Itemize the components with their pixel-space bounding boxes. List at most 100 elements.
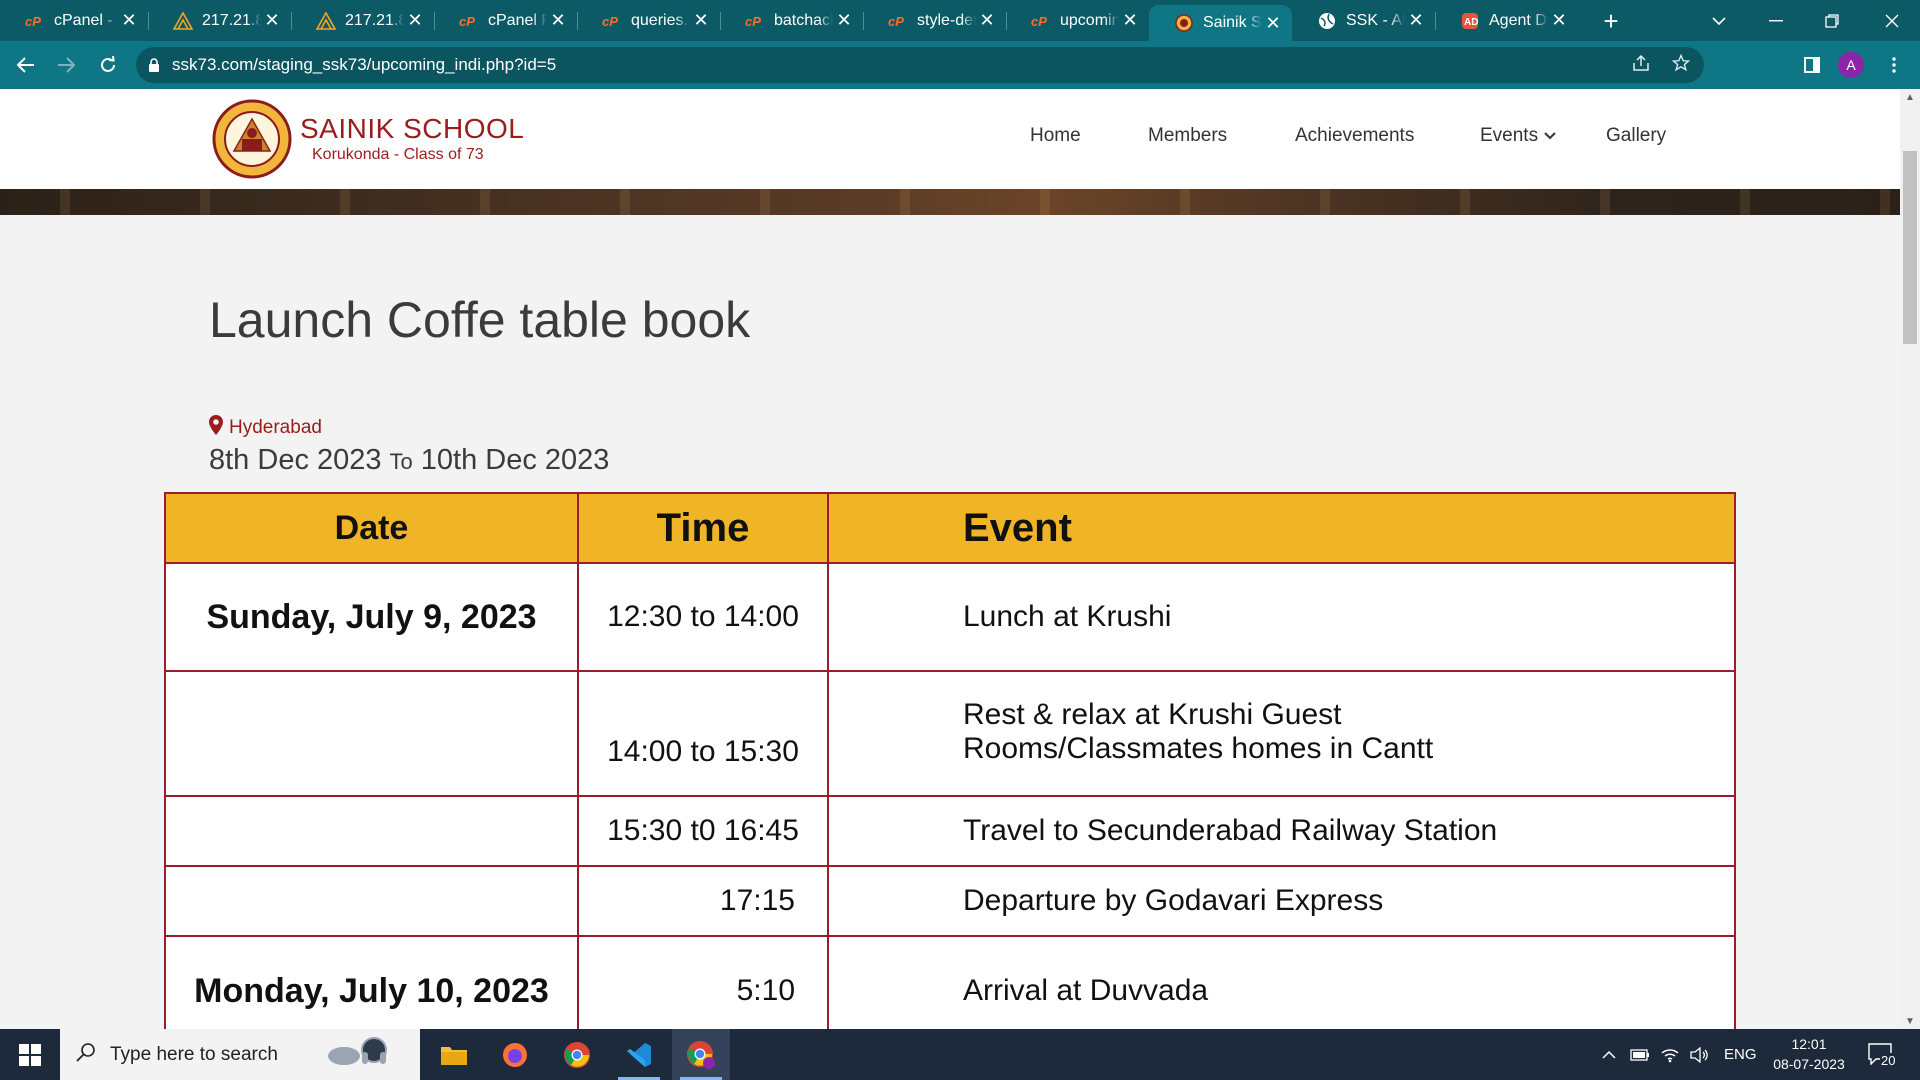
svg-text:cP: cP bbox=[602, 14, 618, 28]
notification-center-icon[interactable]: 20 bbox=[1866, 1039, 1902, 1071]
url-text[interactable]: ssk73.com/staging_ssk73/upcoming_indi.ph… bbox=[172, 55, 556, 75]
chevron-down-icon bbox=[1544, 132, 1556, 140]
agent-icon: AD bbox=[1459, 12, 1481, 30]
browser-tab[interactable]: cP cPanel - T✕ bbox=[0, 0, 148, 41]
browser-tab[interactable]: Sainik Sc✕ bbox=[1149, 5, 1292, 41]
close-tab-icon[interactable]: ✕ bbox=[690, 10, 712, 31]
windows-taskbar: Type here to search ENG 12:01 08-07-2023… bbox=[0, 1029, 1920, 1080]
nav-gallery[interactable]: Gallery bbox=[1606, 125, 1666, 147]
gaming-widget-icon[interactable] bbox=[324, 1032, 394, 1077]
windows-start-icon[interactable] bbox=[0, 1029, 60, 1080]
tab-title: SSK - ADI bbox=[1346, 11, 1405, 29]
browser-menu-icon[interactable] bbox=[1878, 49, 1910, 81]
volume-icon[interactable] bbox=[1689, 1029, 1709, 1080]
browser-tab[interactable]: SSK - ADI✕ bbox=[1292, 0, 1435, 41]
scroll-up-arrow-icon[interactable]: ▲ bbox=[1900, 89, 1920, 105]
tab-title: 217.21.85 bbox=[202, 11, 261, 29]
browser-tab[interactable]: cP queries.p✕ bbox=[577, 0, 720, 41]
browser-toolbar: ssk73.com/staging_ssk73/upcoming_indi.ph… bbox=[0, 41, 1920, 89]
clock-time: 12:01 bbox=[1791, 1036, 1827, 1052]
notification-count: 20 bbox=[1880, 1053, 1897, 1068]
schedule-event-cell: Rest & relax at Krushi Guest Rooms/Class… bbox=[827, 670, 1736, 797]
chrome-icon[interactable] bbox=[548, 1029, 606, 1080]
nav-events[interactable]: Events bbox=[1480, 125, 1556, 147]
schedule-event-cell: Travel to Secunderabad Railway Station bbox=[827, 795, 1736, 867]
event-title: Launch Coffe table book bbox=[209, 292, 751, 348]
schedule-event-cell: Arrival at Duvvada bbox=[827, 935, 1736, 1029]
close-tab-icon[interactable]: ✕ bbox=[1262, 13, 1284, 34]
scroll-down-arrow-icon[interactable]: ▼ bbox=[1900, 1013, 1920, 1029]
cpanel-icon: cP bbox=[458, 12, 480, 30]
profile-avatar[interactable]: A bbox=[1838, 52, 1864, 78]
share-icon[interactable] bbox=[1632, 54, 1650, 76]
search-icon bbox=[76, 1042, 96, 1067]
school-favicon-icon bbox=[1173, 14, 1195, 32]
scrollbar-thumb[interactable] bbox=[1903, 151, 1917, 344]
tab-title: queries.p bbox=[631, 11, 690, 29]
schedule-row: Monday, July 10, 2023 5:10 Arrival at Duvv… bbox=[164, 935, 1736, 1029]
firefox-icon[interactable] bbox=[486, 1029, 544, 1080]
minimize-button[interactable] bbox=[1748, 0, 1804, 41]
svg-text:cP: cP bbox=[888, 14, 904, 28]
show-hidden-icons[interactable] bbox=[1602, 1029, 1616, 1080]
tab-search-button[interactable] bbox=[1691, 0, 1747, 41]
nav-achievements[interactable]: Achievements bbox=[1295, 125, 1414, 147]
nav-label: Home bbox=[1030, 125, 1081, 146]
schedule-date-cell bbox=[164, 865, 579, 937]
side-panel-icon[interactable] bbox=[1796, 49, 1828, 81]
reload-button[interactable] bbox=[92, 49, 124, 81]
file-explorer-icon[interactable] bbox=[425, 1029, 483, 1080]
close-tab-icon[interactable]: ✕ bbox=[1119, 10, 1141, 31]
lock-icon[interactable] bbox=[136, 58, 172, 72]
browser-tab[interactable]: cP style-defa✕ bbox=[863, 0, 1006, 41]
schedule-event-cell: Lunch at Krushi bbox=[827, 562, 1736, 672]
taskbar-search[interactable]: Type here to search bbox=[60, 1029, 420, 1080]
taskbar-clock[interactable]: 12:01 08-07-2023 bbox=[1768, 1034, 1850, 1074]
tab-title: Sainik Sc bbox=[1203, 14, 1262, 31]
schedule-time-cell: 14:00 to 15:30 bbox=[577, 670, 829, 797]
browser-tab[interactable]: 217.21.85✕ bbox=[291, 0, 434, 41]
close-tab-icon[interactable]: ✕ bbox=[1405, 10, 1427, 31]
close-tab-icon[interactable]: ✕ bbox=[833, 10, 855, 31]
date-from: 8th Dec 2023 bbox=[209, 444, 382, 476]
location-text: Hyderabad bbox=[229, 417, 322, 438]
browser-tab[interactable]: cP batchach ✕ bbox=[720, 0, 863, 41]
tab-title: batchach bbox=[774, 11, 833, 29]
bookmark-star-icon[interactable] bbox=[1671, 53, 1691, 77]
battery-icon[interactable] bbox=[1630, 1029, 1650, 1080]
close-tab-icon[interactable]: ✕ bbox=[261, 10, 283, 31]
schedule-date-cell bbox=[164, 670, 579, 797]
nav-label: Members bbox=[1148, 125, 1228, 146]
wifi-icon[interactable] bbox=[1661, 1029, 1679, 1080]
browser-tab[interactable]: cP cPanel Fil✕ bbox=[434, 0, 577, 41]
browser-tab[interactable]: AD Agent De✕ bbox=[1435, 0, 1578, 41]
nav-label: Gallery bbox=[1606, 125, 1667, 146]
vscode-icon[interactable] bbox=[610, 1029, 668, 1080]
close-tab-icon[interactable]: ✕ bbox=[404, 10, 426, 31]
new-tab-button[interactable]: + bbox=[1594, 4, 1628, 38]
page-scrollbar[interactable]: ▲ ▼ bbox=[1900, 89, 1920, 1029]
language-indicator[interactable]: ENG bbox=[1724, 1029, 1757, 1080]
close-window-button[interactable] bbox=[1864, 0, 1920, 41]
browser-tab[interactable]: cP upcominc✕ bbox=[1006, 0, 1149, 41]
cpanel-icon: cP bbox=[744, 12, 766, 30]
close-tab-icon[interactable]: ✕ bbox=[976, 10, 998, 31]
svg-text:cP: cP bbox=[25, 14, 41, 28]
nav-members[interactable]: Members bbox=[1148, 125, 1227, 147]
schedule-header-row: Date Time Event bbox=[164, 492, 1736, 564]
map-pin-icon bbox=[209, 415, 223, 441]
svg-text:cP: cP bbox=[745, 14, 761, 28]
clock-date: 08-07-2023 bbox=[1773, 1056, 1845, 1072]
close-tab-icon[interactable]: ✕ bbox=[547, 10, 569, 31]
browser-tab[interactable]: 217.21.85✕ bbox=[148, 0, 291, 41]
svg-text:cP: cP bbox=[1031, 14, 1047, 28]
close-tab-icon[interactable]: ✕ bbox=[1548, 10, 1570, 31]
forward-button[interactable] bbox=[50, 49, 82, 81]
address-bar[interactable]: ssk73.com/staging_ssk73/upcoming_indi.ph… bbox=[136, 47, 1704, 83]
back-button[interactable] bbox=[10, 49, 42, 81]
close-tab-icon[interactable]: ✕ bbox=[118, 10, 140, 31]
restore-button[interactable] bbox=[1804, 0, 1860, 41]
search-placeholder: Type here to search bbox=[110, 1043, 278, 1065]
chrome-profile-icon[interactable] bbox=[672, 1029, 730, 1080]
nav-home[interactable]: Home bbox=[1030, 125, 1081, 147]
